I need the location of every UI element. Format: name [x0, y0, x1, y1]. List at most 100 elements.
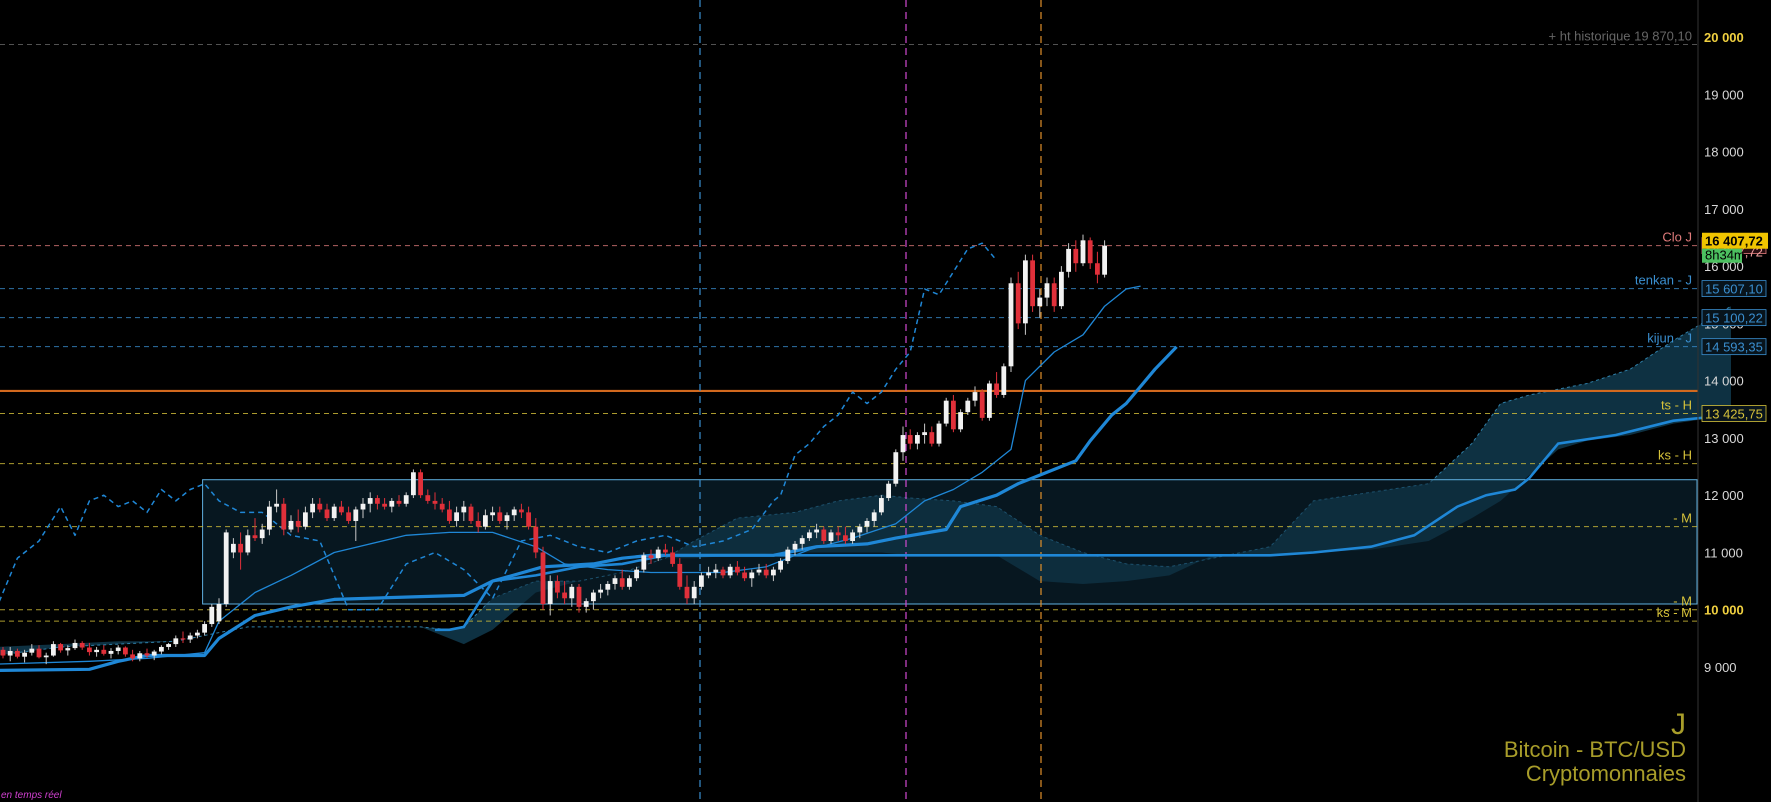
- candle-body: [835, 532, 841, 536]
- candle-body: [29, 648, 35, 653]
- candle-body: [0, 649, 6, 656]
- candle-body: [706, 572, 711, 576]
- candle-body: [274, 503, 279, 507]
- candle-body: [987, 383, 992, 418]
- candle-body: [555, 581, 560, 593]
- candle-body: [339, 506, 344, 513]
- candle-body: [713, 569, 719, 573]
- candle-body: [295, 520, 301, 527]
- candle-body: [1059, 271, 1064, 307]
- candle-body: [310, 503, 315, 513]
- candle-body: [778, 561, 783, 570]
- candle-body: [382, 503, 387, 507]
- candle-body: [951, 400, 956, 430]
- candle-body: [317, 503, 323, 510]
- candle-body: [7, 650, 13, 656]
- y-tick-label: 18 000: [1704, 145, 1744, 160]
- candle-body: [403, 495, 409, 504]
- candle-body: [79, 642, 85, 648]
- candle-body: [958, 412, 963, 430]
- candle-body: [965, 400, 971, 413]
- candle-body: [871, 512, 877, 521]
- candle-body: [367, 498, 373, 504]
- candle-body: [447, 509, 452, 521]
- y-tick-label: 17 000: [1704, 202, 1744, 217]
- candle-body: [907, 435, 913, 444]
- candle-body: [108, 650, 114, 654]
- candle-body: [576, 586, 582, 607]
- candle-body: [483, 515, 488, 527]
- candle-body: [43, 655, 49, 658]
- candle-body: [432, 500, 438, 504]
- y-tick-label: 11 000: [1704, 545, 1743, 560]
- candle-body: [612, 578, 618, 584]
- level-label: ks - M: [1657, 605, 1692, 620]
- candle-body: [216, 604, 222, 622]
- candle-body: [526, 512, 531, 527]
- candle-body: [87, 647, 92, 653]
- candle-body: [605, 583, 611, 590]
- level-price-tag-text: 15 100,22: [1705, 311, 1763, 326]
- candle-body: [346, 512, 351, 521]
- candle-body: [799, 538, 805, 544]
- level-label: tenkan - J: [1635, 273, 1692, 288]
- candle-body: [1015, 283, 1021, 324]
- candle-body: [259, 529, 265, 539]
- candle-body: [389, 500, 395, 507]
- candle-body: [144, 653, 150, 656]
- candle-body: [115, 647, 121, 651]
- candle-body: [123, 647, 128, 655]
- candle-body: [763, 569, 769, 576]
- candle-body: [792, 543, 798, 550]
- candle-body: [648, 555, 654, 559]
- candle-body: [1102, 245, 1107, 275]
- candle-body: [425, 495, 431, 501]
- candle-body: [1001, 366, 1007, 395]
- candle-body: [929, 432, 935, 444]
- y-tick-label: 20 000: [1704, 30, 1744, 45]
- level-label: ks - H: [1658, 448, 1692, 463]
- candle-body: [65, 648, 71, 651]
- candle-body: [468, 506, 474, 521]
- candle-body: [51, 644, 56, 656]
- level-label: kijun - J: [1647, 331, 1692, 346]
- realtime-label: en temps réel: [1, 790, 62, 801]
- candle-body: [936, 423, 942, 444]
- candle-body: [267, 506, 272, 530]
- candle-body: [699, 575, 704, 587]
- candle-body: [807, 532, 812, 539]
- candle-body: [475, 520, 481, 527]
- y-tick-label: 10 000: [1704, 603, 1744, 618]
- candle-body: [504, 515, 510, 521]
- candle-body: [238, 543, 243, 553]
- candle-body: [785, 549, 791, 562]
- candle-body: [655, 549, 661, 559]
- candle-body: [691, 586, 697, 599]
- price-chart[interactable]: + ht historique 19 870,10 Clo J tenkan - J…: [0, 0, 1771, 802]
- candle-body: [1066, 248, 1071, 272]
- candle-body: [454, 512, 459, 521]
- candle-body: [1044, 283, 1050, 298]
- candle-body: [519, 509, 524, 513]
- candle-body: [15, 650, 20, 657]
- level-price-tag-text: 15 607,10: [1705, 282, 1763, 297]
- candle-body: [540, 552, 546, 604]
- level-label: ts - H: [1661, 398, 1692, 413]
- candle-body: [439, 503, 445, 510]
- level-label: Clo J: [1662, 230, 1692, 245]
- candle-body: [1008, 283, 1014, 367]
- candle-body: [360, 503, 366, 510]
- candle-body: [821, 529, 827, 541]
- chart-background: [0, 0, 1771, 802]
- candle-body: [22, 652, 27, 657]
- candle-body: [173, 638, 179, 645]
- candle-body: [771, 569, 776, 576]
- candle-body: [864, 520, 870, 527]
- candle-body: [1051, 283, 1057, 307]
- candle-body: [533, 526, 539, 553]
- candle-body: [569, 586, 575, 599]
- y-tick-label: 14 000: [1704, 374, 1744, 389]
- candle-body: [641, 555, 647, 570]
- candle-body: [850, 532, 855, 541]
- candle-body: [591, 592, 596, 602]
